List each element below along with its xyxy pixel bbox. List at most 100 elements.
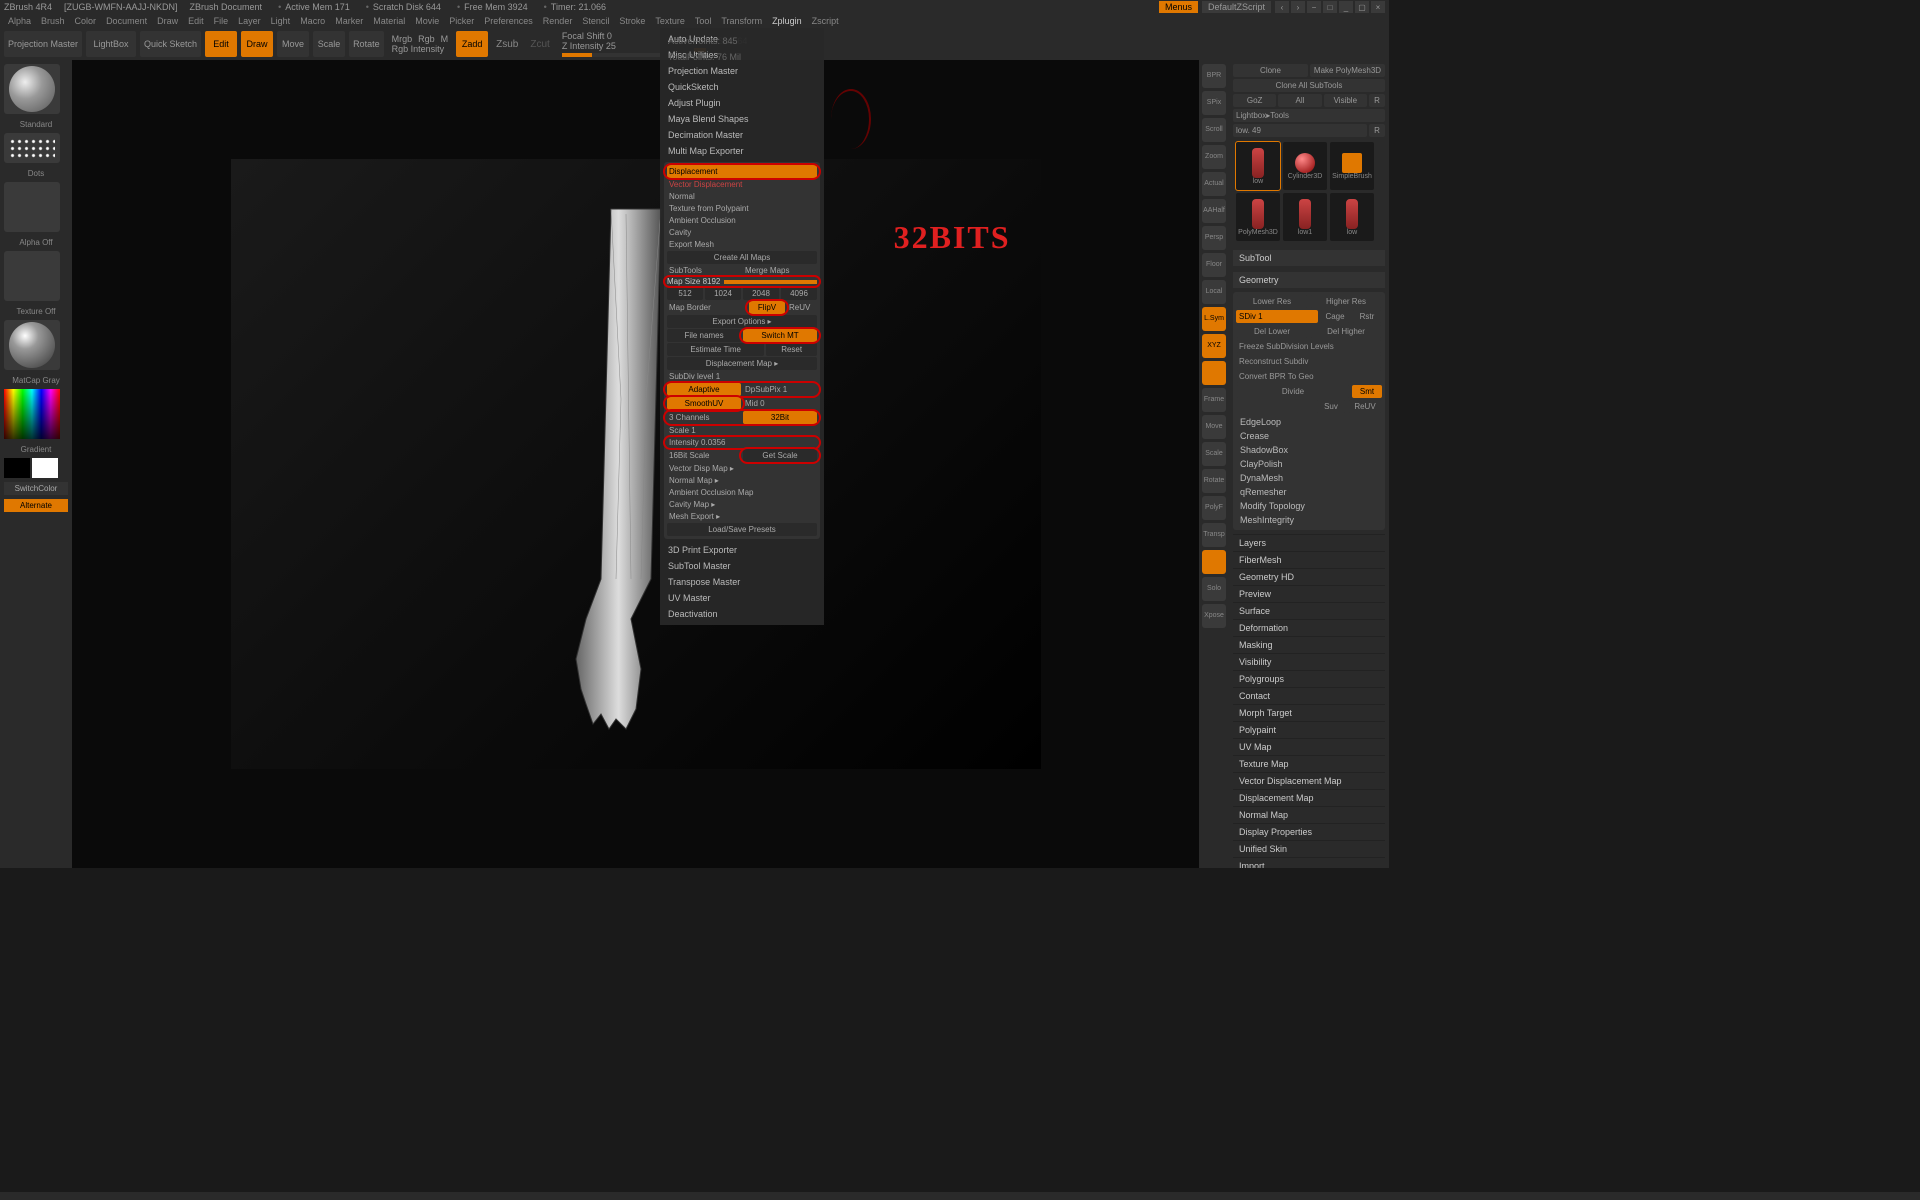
move-button[interactable]: Move: [277, 31, 309, 57]
size-1024[interactable]: 1024: [705, 287, 741, 300]
white-swatch[interactable]: [32, 458, 58, 478]
menu-movie[interactable]: Movie: [415, 16, 439, 26]
adjust-plugin-item[interactable]: Adjust Plugin: [664, 96, 820, 110]
strip-aahalf[interactable]: AAHalf: [1202, 199, 1226, 223]
menu-transform[interactable]: Transform: [721, 16, 762, 26]
strip-persp[interactable]: Persp: [1202, 226, 1226, 250]
strip-bpr[interactable]: BPR: [1202, 64, 1226, 88]
quick-sketch-button[interactable]: Quick Sketch: [140, 31, 201, 57]
decimation-item[interactable]: Decimation Master: [664, 128, 820, 142]
alternate-button[interactable]: Alternate: [4, 499, 68, 512]
zadd-button[interactable]: Zadd: [456, 31, 488, 57]
rotate-button[interactable]: Rotate: [349, 31, 384, 57]
strip-icon-18[interactable]: [1202, 550, 1226, 574]
misc-utilities-item[interactable]: Misc Utilities: [664, 48, 820, 62]
cage-button[interactable]: Cage: [1320, 310, 1350, 323]
thumb-Cylinder3D[interactable]: Cylinder3D: [1283, 142, 1327, 190]
mesh-export-item[interactable]: Mesh Export ▸: [667, 511, 817, 522]
strip-local[interactable]: Local: [1202, 280, 1226, 304]
geo-qremesher[interactable]: qRemesher: [1236, 485, 1382, 499]
cavity-label[interactable]: Cavity: [667, 227, 817, 238]
strip-icon-11[interactable]: [1202, 361, 1226, 385]
higher-res-button[interactable]: Higher Res: [1310, 295, 1382, 308]
section-geometry-hd[interactable]: Geometry HD: [1233, 568, 1385, 585]
convert-bpr-button[interactable]: Convert BPR To Geo: [1236, 370, 1382, 383]
multi-map-item[interactable]: Multi Map Exporter: [664, 144, 820, 158]
size-2048[interactable]: 2048: [743, 287, 779, 300]
size-4096[interactable]: 4096: [781, 287, 817, 300]
tex-polypaint-label[interactable]: Texture from Polypaint: [667, 203, 817, 214]
r-button[interactable]: R: [1369, 94, 1385, 107]
menu-brush[interactable]: Brush: [41, 16, 65, 26]
uv-master-item[interactable]: UV Master: [664, 591, 820, 605]
thumb-low[interactable]: low: [1330, 193, 1374, 241]
projection-master-button[interactable]: Projection Master: [4, 31, 82, 57]
section-texture-map[interactable]: Texture Map: [1233, 755, 1385, 772]
stroke-swatch[interactable]: [4, 133, 60, 163]
intensity-label[interactable]: Intensity 0.0356: [667, 437, 817, 448]
geo-edgeloop[interactable]: EdgeLoop: [1236, 415, 1382, 429]
reuv-label[interactable]: ReUV: [787, 302, 817, 313]
section-layers[interactable]: Layers: [1233, 534, 1385, 551]
strip-scroll[interactable]: Scroll: [1202, 118, 1226, 142]
projection-master-item[interactable]: Projection Master: [664, 64, 820, 78]
estimate-time-button[interactable]: Estimate Time: [667, 343, 764, 356]
section-fibermesh[interactable]: FiberMesh: [1233, 551, 1385, 568]
menu-macro[interactable]: Macro: [300, 16, 325, 26]
create-all-maps-button[interactable]: Create All Maps: [667, 251, 817, 264]
default-zscript[interactable]: DefaultZScript: [1202, 1, 1271, 13]
close-icon[interactable]: ×: [1371, 1, 1385, 13]
reuv2-button[interactable]: ReUV: [1348, 400, 1382, 413]
all-button[interactable]: All: [1278, 94, 1321, 107]
suv-button[interactable]: Suv: [1316, 400, 1346, 413]
strip-floor[interactable]: Floor: [1202, 253, 1226, 277]
ambient-occ-label[interactable]: Ambient Occlusion: [667, 215, 817, 226]
color-picker[interactable]: [4, 389, 60, 439]
del-higher-button[interactable]: Del Higher: [1310, 325, 1382, 338]
geo-crease[interactable]: Crease: [1236, 429, 1382, 443]
geo-meshintegrity[interactable]: MeshIntegrity: [1236, 513, 1382, 527]
menu-alpha[interactable]: Alpha: [8, 16, 31, 26]
switch-mt-button[interactable]: Switch MT: [743, 329, 817, 342]
rgb-intensity-slider[interactable]: Mrgb Rgb M Rgb Intensity: [392, 34, 449, 54]
strip-xyz[interactable]: XYZ: [1202, 334, 1226, 358]
subtool-master-item[interactable]: SubTool Master: [664, 559, 820, 573]
geo-claypolish[interactable]: ClayPolish: [1236, 457, 1382, 471]
section-uv-map[interactable]: UV Map: [1233, 738, 1385, 755]
dpsubpix-label[interactable]: DpSubPix 1: [743, 384, 817, 395]
minimize-icon[interactable]: ‹: [1275, 1, 1289, 13]
menu-picker[interactable]: Picker: [449, 16, 474, 26]
canvas[interactable]: 32BITS: [72, 60, 1199, 868]
menu-material[interactable]: Material: [373, 16, 405, 26]
geometry-header[interactable]: Geometry: [1233, 272, 1385, 288]
sdiv-slider[interactable]: SDiv 1: [1236, 310, 1318, 323]
menu-color[interactable]: Color: [75, 16, 97, 26]
file-names-button[interactable]: File names: [667, 329, 741, 342]
lower-res-button[interactable]: Lower Res: [1236, 295, 1308, 308]
freeze-subdiv-button[interactable]: Freeze SubDivision Levels: [1236, 340, 1382, 353]
geo-shadowbox[interactable]: ShadowBox: [1236, 443, 1382, 457]
lightbox-button[interactable]: LightBox: [86, 31, 136, 57]
section-normal-map[interactable]: Normal Map: [1233, 806, 1385, 823]
strip-transp[interactable]: Transp: [1202, 523, 1226, 547]
section-displacement-map[interactable]: Displacement Map: [1233, 789, 1385, 806]
menu-render[interactable]: Render: [543, 16, 573, 26]
subdiv-level-label[interactable]: SubDiv level 1: [667, 371, 817, 382]
section-polygroups[interactable]: Polygroups: [1233, 670, 1385, 687]
section-contact[interactable]: Contact: [1233, 687, 1385, 704]
smt-button[interactable]: Smt: [1352, 385, 1382, 398]
3d-print-item[interactable]: 3D Print Exporter: [664, 543, 820, 557]
transpose-master-item[interactable]: Transpose Master: [664, 575, 820, 589]
strip-zoom[interactable]: Zoom: [1202, 145, 1226, 169]
black-swatch[interactable]: [4, 458, 30, 478]
strip-xpose[interactable]: Xpose: [1202, 604, 1226, 628]
adaptive-button[interactable]: Adaptive: [667, 383, 741, 396]
geo-modify-topology[interactable]: Modify Topology: [1236, 499, 1382, 513]
map-border-label[interactable]: Map Border: [667, 302, 747, 313]
thumb-PolyMesh3D[interactable]: PolyMesh3D: [1236, 193, 1280, 241]
32bit-button[interactable]: 32Bit: [743, 411, 817, 424]
strip-solo[interactable]: Solo: [1202, 577, 1226, 601]
visible-button[interactable]: Visible: [1324, 94, 1367, 107]
make-polymesh-button[interactable]: Make PolyMesh3D: [1310, 64, 1385, 77]
rstr-button[interactable]: Rstr: [1352, 310, 1382, 323]
